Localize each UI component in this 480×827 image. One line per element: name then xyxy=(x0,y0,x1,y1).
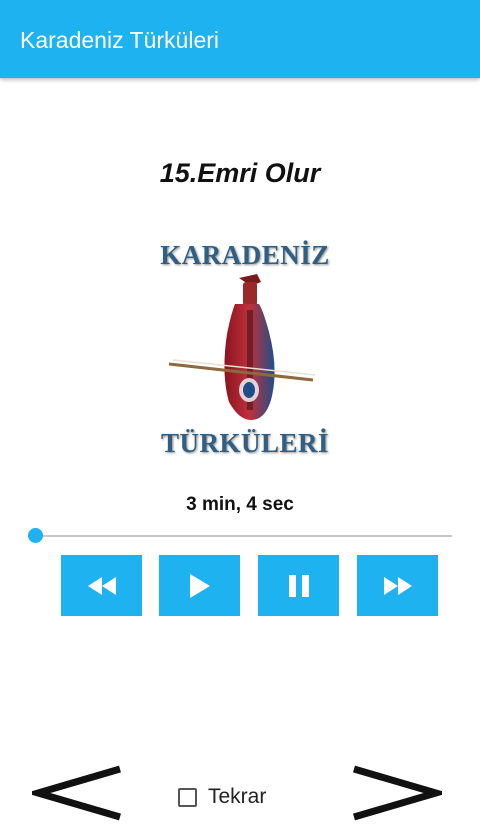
app-bar: Karadeniz Türküleri xyxy=(0,0,480,78)
pause-icon xyxy=(288,574,309,597)
fast-forward-icon xyxy=(383,576,412,595)
track-title: 15.Emri Olur xyxy=(159,158,321,188)
app-title: Karadeniz Türküleri xyxy=(20,27,220,53)
chevron-left-icon[interactable] xyxy=(32,765,122,821)
logo-bottom-text: TÜRKÜLERİ xyxy=(160,428,330,458)
fast-forward-button[interactable] xyxy=(357,555,438,616)
logo-top-text: KARADENİZ xyxy=(160,240,330,270)
play-icon xyxy=(189,573,210,598)
kemence-image xyxy=(168,274,316,420)
pause-button[interactable] xyxy=(258,555,339,616)
album-logo: KARADENİZ TÜRKÜLERİ xyxy=(150,238,340,468)
seek-bar-track[interactable] xyxy=(35,535,452,537)
repeat-toggle[interactable]: Tekrar xyxy=(178,785,266,809)
seek-bar-thumb[interactable] xyxy=(27,528,43,543)
rewind-icon xyxy=(87,576,116,595)
rewind-button[interactable] xyxy=(61,555,142,616)
chevron-right-icon[interactable] xyxy=(352,765,442,821)
duration-text: 3 min, 4 sec xyxy=(186,494,294,515)
play-button[interactable] xyxy=(159,555,240,616)
repeat-label: Tekrar xyxy=(208,785,267,808)
repeat-checkbox[interactable] xyxy=(178,787,197,807)
